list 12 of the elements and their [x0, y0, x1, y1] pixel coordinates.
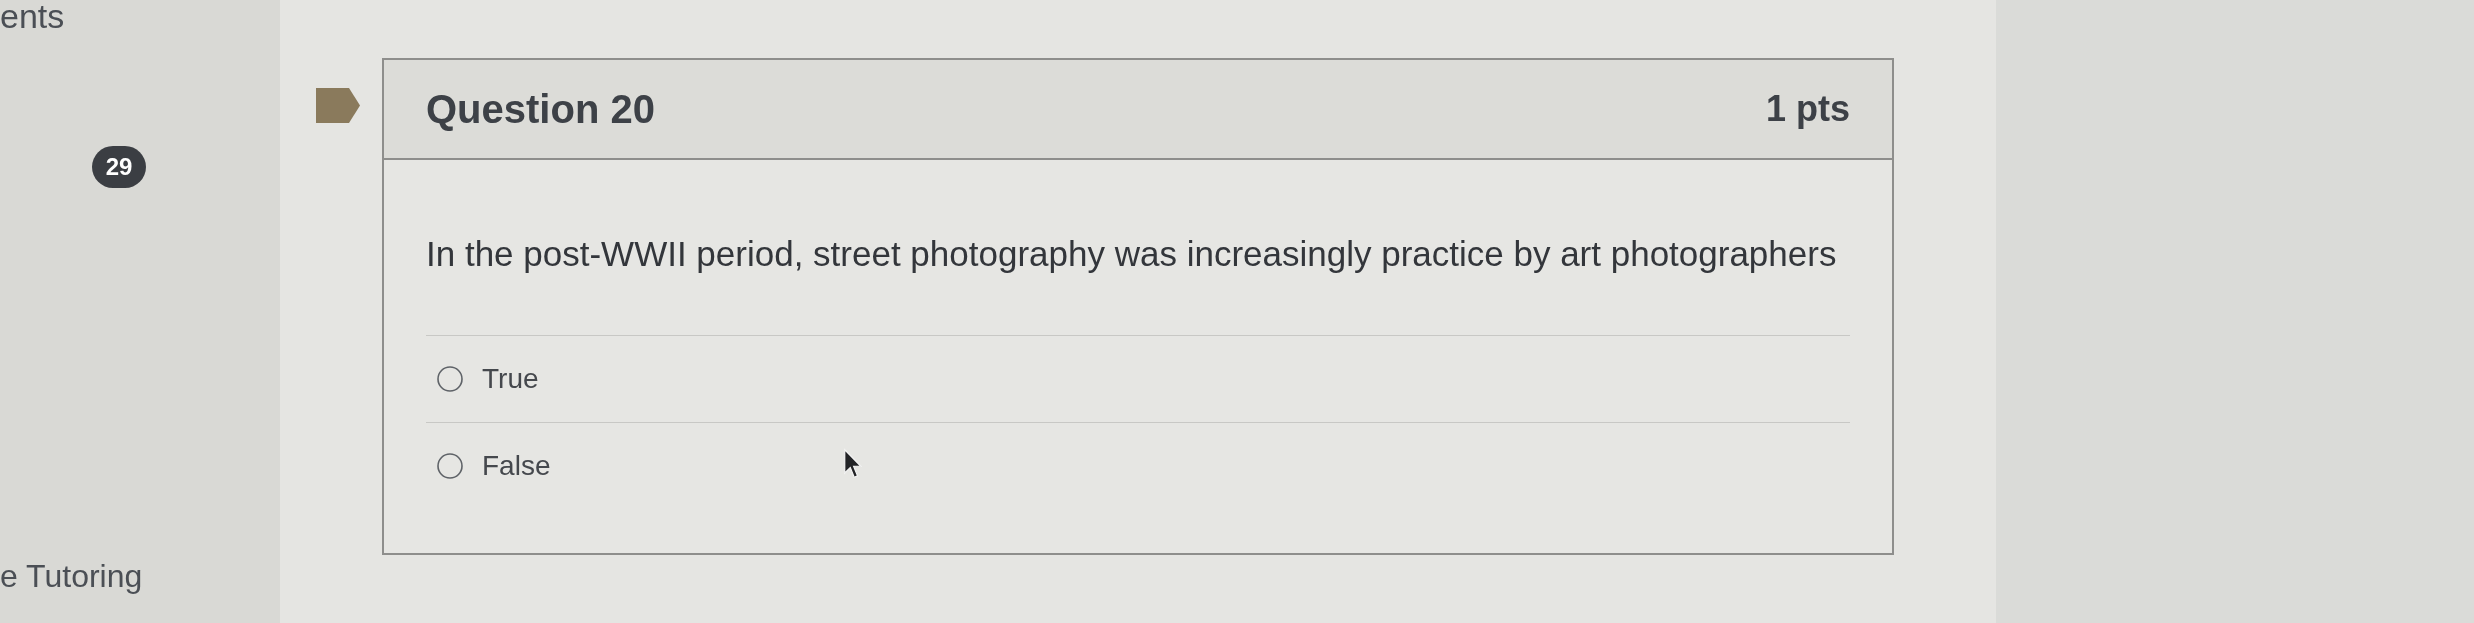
answer-option[interactable]: True [437, 358, 539, 400]
radio-button[interactable] [437, 366, 463, 392]
question-title: Question 20 [426, 86, 655, 133]
answer-option[interactable]: False [437, 445, 551, 487]
navigation-link[interactable]: ents [0, 0, 65, 32]
mouse-pointer-icon [844, 447, 862, 481]
points-label: 1 pts [1765, 87, 1850, 131]
navigation-link[interactable]: e Tutoring [0, 558, 143, 594]
count-badge: 29 [92, 146, 146, 188]
question-text: In the post-WWII period, street photography was increasingly practice by art photographers [426, 233, 1838, 275]
radio-button[interactable] [437, 453, 463, 479]
flag-icon[interactable] [316, 88, 360, 123]
